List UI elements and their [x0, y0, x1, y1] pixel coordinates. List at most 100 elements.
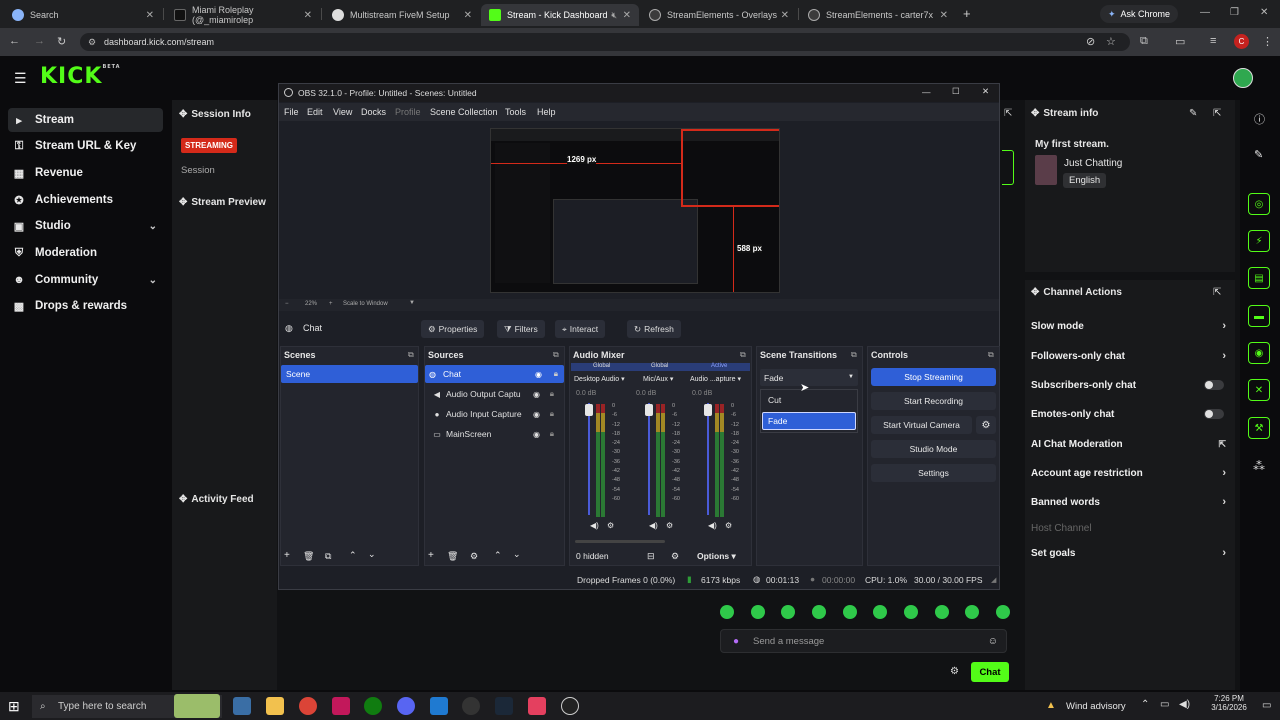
move-up-icon[interactable]: ⌃	[494, 550, 502, 561]
tab-miami[interactable]: Miami Roleplay (@_miamirolep ✕	[166, 4, 320, 26]
move-down-icon[interactable]: ⌄	[513, 549, 521, 560]
menu-view[interactable]: View	[333, 107, 352, 117]
dock-float-icon[interactable]: ⧉	[740, 350, 746, 360]
github-icon[interactable]	[462, 697, 480, 715]
maximize-icon[interactable]: ❐	[1230, 7, 1239, 18]
menu-scene-collection[interactable]: Scene Collection	[430, 107, 498, 117]
lock-icon[interactable]: 🔒︎	[550, 389, 554, 399]
fader-knob[interactable]	[645, 404, 653, 416]
cast-icon[interactable]: ▭	[1175, 35, 1185, 48]
chat-settings-icon[interactable]: ⚙	[950, 666, 959, 677]
volume-fader[interactable]	[707, 403, 709, 515]
emotes-only-row[interactable]: Emotes-only chat	[1031, 406, 1226, 422]
emoji-icon[interactable]: ☺	[988, 636, 998, 647]
chrome-icon[interactable]	[299, 697, 317, 715]
profile-avatar[interactable]: C	[1234, 34, 1249, 49]
close-icon[interactable]: ✕	[304, 10, 312, 21]
visibility-eye-icon[interactable]: ◉	[533, 410, 540, 419]
rail-button-1[interactable]: ◎	[1248, 193, 1270, 215]
close-icon[interactable]: ✕	[781, 10, 789, 21]
tab-multistream[interactable]: Multistream FiveM Setup ✕	[324, 4, 480, 26]
close-window-icon[interactable]: ✕	[1260, 7, 1268, 18]
address-bar[interactable]: ⚙ dashboard.kick.com/stream	[80, 33, 1130, 51]
source-item-mainscreen[interactable]: ▭ MainScreen ◉ 🔒︎	[428, 425, 558, 443]
emote-icon[interactable]	[811, 605, 826, 619]
ai-moderation-row[interactable]: AI Chat Moderation ⇱	[1031, 436, 1226, 452]
channel-settings-icon[interactable]: ⚙	[607, 521, 614, 530]
emote-icon[interactable]	[842, 605, 857, 619]
nav-drops-rewards[interactable]: ▩ Drops & rewards	[8, 294, 163, 318]
popout-icon[interactable]: ⇱	[1213, 287, 1221, 298]
network-icon[interactable]: ▭	[1160, 699, 1169, 710]
stop-streaming-button[interactable]: Stop Streaming	[871, 368, 996, 386]
popout-icon[interactable]: ⇱	[1213, 108, 1221, 119]
move-up-icon[interactable]: ⌃	[349, 550, 357, 561]
media-icon[interactable]: ≡	[1210, 35, 1216, 47]
emote-icon[interactable]	[781, 605, 796, 619]
properties-button[interactable]: ⚙ Properties	[421, 320, 485, 338]
extensions-icon[interactable]: ⧉	[1140, 35, 1148, 48]
emote-icon[interactable]	[965, 605, 980, 619]
emote-icon[interactable]	[750, 605, 765, 619]
dock-float-icon[interactable]: ⧉	[553, 350, 559, 360]
menu-docks[interactable]: Docks	[361, 107, 386, 117]
taskbar-clock[interactable]: 7:26 PM 3/16/2026	[1206, 694, 1252, 712]
volume-fader[interactable]	[648, 403, 650, 515]
channel-settings-icon[interactable]: ⚙	[666, 521, 673, 530]
site-info-icon[interactable]: ⚙	[88, 37, 96, 48]
nav-revenue[interactable]: ▦ Revenue	[8, 161, 163, 185]
minimize-icon[interactable]: —	[1200, 7, 1210, 18]
virtual-camera-settings-icon[interactable]: ⚙	[976, 416, 996, 434]
chat-send-button[interactable]: Chat	[971, 662, 1009, 682]
account-age-row[interactable]: Account age restriction ›	[1031, 465, 1226, 481]
reload-icon[interactable]: ↻	[57, 35, 66, 48]
channel-settings-icon[interactable]: ⚙	[725, 521, 732, 530]
vscode-icon[interactable]	[430, 697, 448, 715]
kick-logo[interactable]: KICKBETA	[40, 64, 121, 89]
xbox-icon[interactable]	[364, 697, 382, 715]
info-icon[interactable]: ⓘ	[1254, 111, 1265, 127]
clipboard-icon[interactable]: ▤	[1248, 267, 1270, 289]
obs-taskbar-icon[interactable]	[561, 697, 579, 715]
dock-float-icon[interactable]: ⧉	[408, 350, 414, 360]
visibility-eye-icon[interactable]: ◉	[533, 430, 540, 439]
filters-button[interactable]: ⧩ Filters	[497, 320, 545, 338]
maximize-icon[interactable]: ☐	[952, 86, 960, 97]
obs-preview-canvas[interactable]: 1269 px 588 px	[490, 128, 780, 293]
banned-words-row[interactable]: Banned words ›	[1031, 494, 1226, 510]
emote-icon[interactable]	[934, 605, 949, 619]
mixer-channel-mic[interactable]: Mic/Aux ▾	[643, 375, 673, 383]
close-icon[interactable]: ✕	[623, 10, 631, 21]
rail-button-6[interactable]: ✕	[1248, 379, 1270, 401]
expand-icon[interactable]: ⇱	[1004, 108, 1012, 119]
notifications-icon[interactable]: ▭	[1262, 700, 1271, 711]
forward-icon[interactable]: →	[34, 35, 45, 47]
lock-icon[interactable]: 🔒︎	[554, 369, 558, 379]
scene-filters-icon[interactable]: ⧉	[325, 551, 331, 562]
tiktok-app-icon[interactable]	[528, 697, 546, 715]
nav-community[interactable]: ☻ Community ⌄	[8, 268, 163, 292]
app-icon[interactable]	[332, 697, 350, 715]
chat-message-input[interactable]: ● Send a message ☺	[720, 629, 1007, 653]
remove-source-icon[interactable]: 🗑︎	[447, 551, 458, 562]
more-menu-icon[interactable]: ⋮	[1262, 35, 1273, 48]
tab-se-overlays[interactable]: StreamElements - Overlays ✕	[641, 4, 797, 26]
close-icon[interactable]: ✕	[146, 10, 154, 21]
nav-stream[interactable]: ▸ Stream	[8, 108, 163, 132]
bolt-icon[interactable]: ⚡︎	[1248, 230, 1270, 252]
windows-start-icon[interactable]: ⊞	[8, 698, 20, 715]
resize-grip-icon[interactable]: ◢	[991, 576, 996, 584]
set-goals-row[interactable]: Set goals ›	[1031, 545, 1226, 561]
emote-icon[interactable]	[903, 605, 918, 619]
mixer-scrollbar[interactable]	[575, 540, 665, 543]
file-explorer-icon[interactable]	[266, 697, 284, 715]
mute-icon[interactable]: 🔇︎	[611, 10, 617, 21]
zoom-in-icon[interactable]: +	[329, 301, 333, 307]
ask-chrome-button[interactable]: ✦ Ask Chrome	[1100, 5, 1179, 23]
scale-mode-select[interactable]: Scale to Window	[343, 301, 388, 307]
tray-chevron-icon[interactable]: ⌃	[1141, 699, 1149, 710]
start-recording-button[interactable]: Start Recording	[871, 392, 996, 410]
menu-file[interactable]: File	[284, 107, 299, 117]
interact-button[interactable]: ⌖ Interact	[555, 320, 606, 338]
menu-edit[interactable]: Edit	[307, 107, 323, 117]
